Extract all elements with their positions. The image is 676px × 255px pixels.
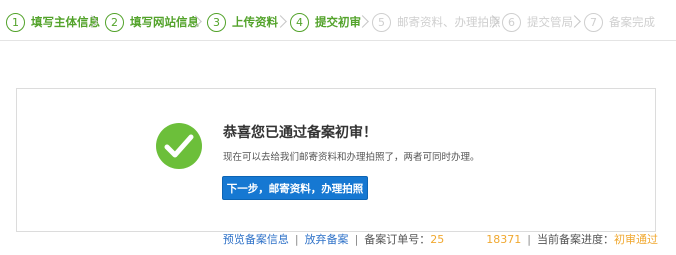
step-7: 7 备案完成 bbox=[584, 6, 655, 38]
progress-label: 当前备案进度： bbox=[537, 233, 614, 246]
step-2: 2 填写网站信息 bbox=[105, 6, 199, 38]
step-label: 提交管局 bbox=[527, 15, 573, 29]
check-circle-icon bbox=[156, 123, 202, 169]
step-label: 邮寄资料、办理拍照 bbox=[397, 15, 501, 29]
next-step-button[interactable]: 下一步，邮寄资料，办理拍照 bbox=[222, 176, 368, 200]
step-4: 4 提交初审 bbox=[290, 6, 361, 38]
abandon-filing-link[interactable]: 放弃备案 bbox=[305, 231, 349, 247]
step-label: 提交初审 bbox=[315, 15, 361, 29]
preview-filing-link[interactable]: 预览备案信息 bbox=[223, 231, 289, 247]
step-label: 备案完成 bbox=[609, 15, 655, 29]
result-title: 恭喜您已通过备案初审！ bbox=[223, 125, 377, 141]
order-number-redaction bbox=[444, 232, 487, 246]
separator: | bbox=[354, 232, 359, 246]
step-number: 3 bbox=[207, 12, 226, 32]
separator: | bbox=[294, 232, 299, 246]
order-number-prefix: 25 bbox=[430, 232, 445, 246]
steps-divider bbox=[0, 40, 676, 41]
step-3: 3 上传资料 bbox=[207, 6, 278, 38]
step-6: 6 提交管局 bbox=[502, 6, 573, 38]
step-5: 5 邮寄资料、办理拍照 bbox=[372, 6, 501, 38]
progress-status: 初审通过 bbox=[614, 233, 658, 246]
result-card: 恭喜您已通过备案初审！ 现在可以去给我们邮寄资料和办理拍照了，两者可同时办理。 … bbox=[16, 88, 656, 232]
step-number: 7 bbox=[584, 12, 603, 32]
step-number: 4 bbox=[290, 12, 309, 32]
footer-bar: 预览备案信息 | 放弃备案 | 备案订单号： 25 18371 | 当前备案进度… bbox=[223, 232, 658, 246]
step-number: 2 bbox=[105, 12, 124, 32]
step-number: 5 bbox=[372, 12, 391, 32]
step-number: 1 bbox=[6, 12, 25, 32]
order-number-label: 备案订单号： bbox=[364, 233, 431, 246]
step-number: 6 bbox=[502, 12, 521, 32]
separator: | bbox=[527, 232, 531, 246]
step-label: 上传资料 bbox=[232, 15, 278, 29]
result-description: 现在可以去给我们邮寄资料和办理拍照了，两者可同时办理。 bbox=[223, 152, 480, 163]
order-number-suffix: 18371 bbox=[486, 232, 522, 246]
progress-steps: 1 填写主体信息 2 填写网站信息 3 上传资料 4 提交初审 5 邮寄资料、办… bbox=[0, 6, 676, 38]
